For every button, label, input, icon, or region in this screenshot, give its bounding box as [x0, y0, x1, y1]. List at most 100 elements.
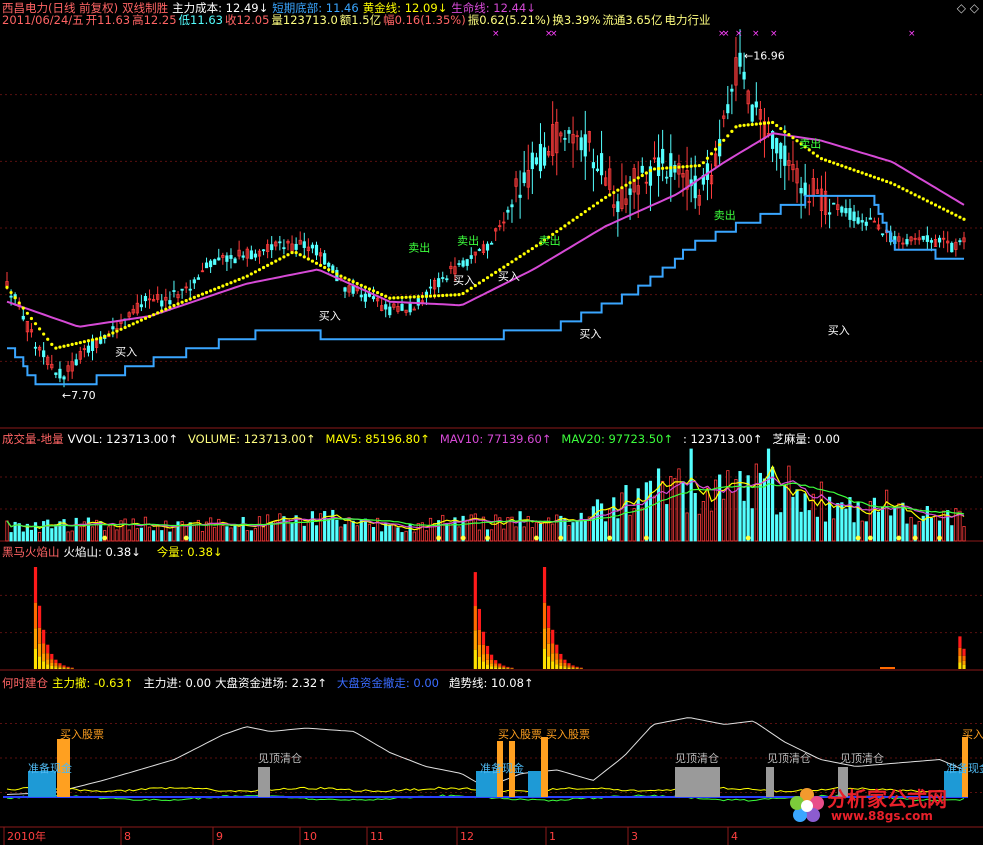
candle-body [86, 345, 91, 353]
volume-bar [5, 520, 9, 542]
gold-line-dot [669, 166, 673, 170]
volume-bar [139, 527, 143, 542]
volume-bar [677, 468, 681, 542]
volume-bar [718, 474, 722, 542]
watermark-logo: 分析家公式网 www.88gs.com [787, 783, 977, 829]
candle-body [62, 376, 66, 380]
axis-label: 4 [731, 830, 738, 843]
volume-bar [701, 501, 705, 542]
fire-segment [502, 665, 506, 667]
volume-bar [253, 528, 258, 542]
volume-bar [74, 517, 78, 542]
volume-bar [396, 527, 400, 542]
volume-bar [200, 530, 205, 542]
gold-line-dot [298, 253, 302, 257]
volume-bar [66, 531, 70, 542]
gold-line-dot [21, 306, 25, 310]
candle-body [705, 163, 710, 180]
gold-line-dot [257, 268, 262, 272]
volume-bar [872, 497, 877, 542]
gold-line-dot [160, 309, 164, 313]
volume-bar [929, 518, 934, 542]
volume-bar [135, 528, 139, 542]
volume-bar [209, 517, 213, 542]
volume-bar [555, 514, 559, 542]
gold-line-dot [388, 296, 392, 300]
gold-line-dot [302, 255, 306, 259]
fire-segment [559, 653, 563, 660]
fire-segment [563, 662, 567, 666]
fire-segment [473, 572, 477, 607]
gold-line-dot [119, 327, 123, 331]
gold-line-dot [310, 259, 315, 263]
candle-body [323, 253, 327, 265]
stock-chart[interactable]: ←16.96←7.70买入买入买入 买入买入 买入卖出卖出 卖出卖出卖出× ×× ×× × ×… [0, 0, 983, 845]
gold-line-dot [270, 261, 274, 265]
volume-bar [799, 511, 803, 542]
candle-body [204, 262, 209, 269]
sesame-dot [102, 535, 108, 541]
main-out-value: 主力撤: -0.63↑ [52, 676, 134, 690]
fire-segment [555, 644, 559, 654]
candle-body [42, 350, 46, 358]
volume-bar [604, 521, 608, 542]
gold-line-dot [74, 341, 78, 346]
gold-line-dot [82, 340, 86, 344]
fire-segment [559, 662, 563, 666]
fire-segment [485, 664, 490, 669]
gold-line-dot [620, 186, 624, 190]
candle-body [331, 265, 335, 271]
candle-body [530, 152, 534, 170]
volume-bar [685, 512, 689, 542]
fire-segment [33, 567, 38, 603]
buy-stock-label: 买入股票 [60, 728, 104, 741]
volume-bar [880, 506, 885, 542]
candle-body [860, 220, 864, 223]
volume-bar [583, 520, 587, 542]
gold-line-dot [754, 122, 758, 126]
volume-bar [217, 518, 221, 542]
fire-segment [551, 643, 555, 654]
gold-line-dot [135, 320, 139, 324]
candle-body [249, 250, 253, 260]
gold-line-dot [828, 159, 832, 164]
candle-body [294, 243, 298, 250]
volume-bar [518, 511, 522, 542]
volume-bar [343, 524, 347, 542]
volume-bar [29, 529, 34, 542]
buy-stock-label: 买入股票 [546, 728, 590, 741]
fire-segment [555, 659, 559, 665]
window-corner-icons[interactable]: ◇ ◇ [957, 1, 979, 15]
quote-low: 低11.63 [178, 13, 223, 27]
volume-bar [807, 510, 811, 542]
sell-signal: 卖出 [408, 241, 430, 255]
trend-value: 趋势线: 10.08↑ [448, 676, 534, 690]
volume-bar [21, 531, 25, 542]
volume-bar [490, 529, 494, 542]
life-line [6, 132, 965, 328]
fire-segment [571, 666, 575, 668]
candle-body [457, 263, 461, 265]
volume-bar [400, 532, 404, 542]
volume-bar [766, 448, 771, 542]
gold-line-dot [290, 250, 294, 255]
candle-body [542, 147, 547, 166]
volume-bar [359, 520, 363, 542]
volume-bar [632, 508, 636, 542]
gold-line-dot [681, 165, 685, 169]
fire-segment [62, 666, 66, 668]
volume-bar [131, 518, 135, 542]
fire-segment [563, 667, 567, 669]
volume-bar [107, 526, 111, 542]
candle-body [168, 300, 172, 305]
volume-bar [950, 525, 954, 542]
gold-line-dot [404, 295, 408, 299]
volume-bar [261, 526, 266, 542]
market-in-value: 大盘资金进场: 2.32↑ [215, 676, 327, 690]
fire-segment [37, 643, 42, 657]
gold-line-dot [339, 274, 343, 278]
candle-body [261, 249, 266, 252]
candle-body [864, 221, 868, 226]
fire-segment [502, 667, 506, 669]
fire-segment [494, 663, 498, 666]
